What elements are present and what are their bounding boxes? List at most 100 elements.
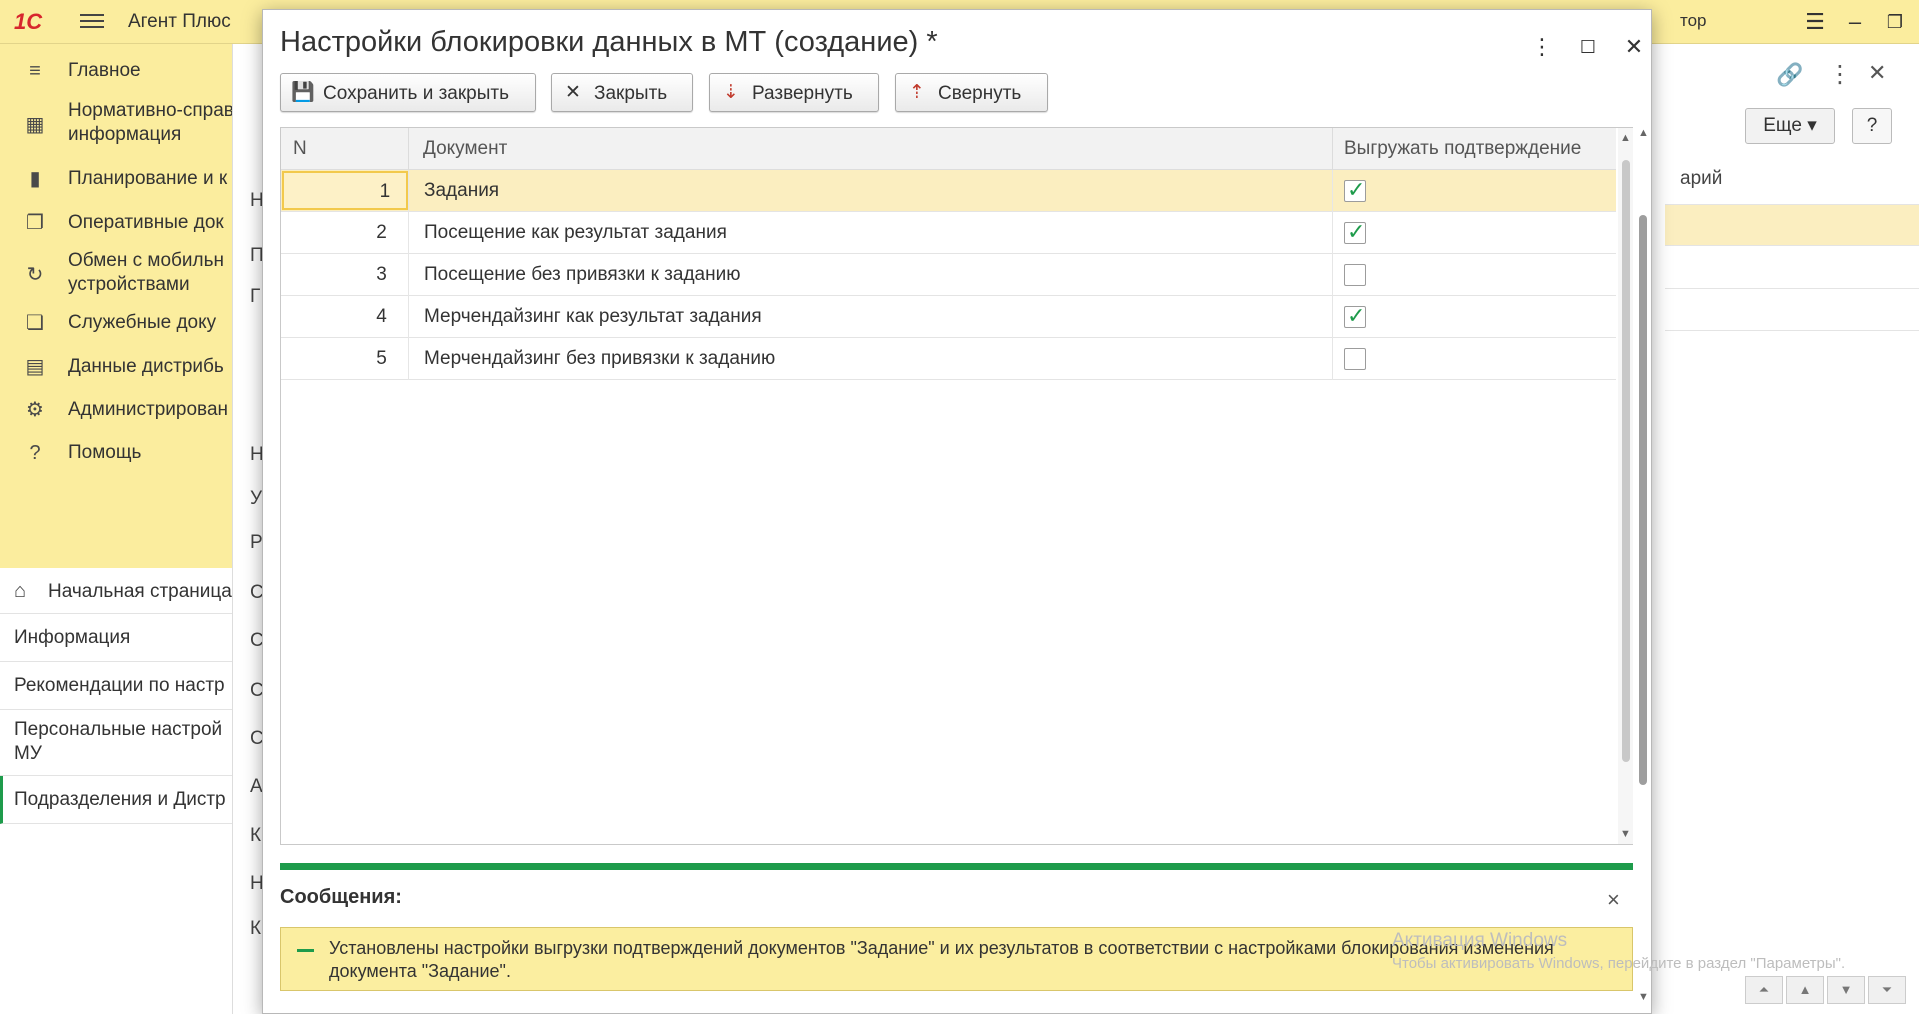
open-windows-panel: ⌂ Начальная страница Информация Рекоменд… (0, 568, 232, 1014)
table-scrollbar[interactable]: ▲ ▼ (1618, 128, 1633, 844)
table-row[interactable]: 5 Мерчендайзинг без привязки к заданию (281, 338, 1616, 380)
prev-page-icon[interactable]: ▲ (1786, 976, 1824, 1004)
column-header-n[interactable]: N (293, 128, 307, 170)
sidebar-item-mobile-exchange[interactable]: ↻ Обмен с мобильн устройствами (0, 242, 232, 308)
more-actions-icon[interactable]: ⋮ (1527, 32, 1557, 62)
row-number: 3 (376, 264, 387, 285)
messages-title: Сообщения: (280, 886, 402, 908)
more-actions-icon[interactable]: ⋮ (1828, 60, 1852, 89)
table-row[interactable]: 4 Мерчендайзинг как результат задания ✓ (281, 296, 1616, 338)
column-header-upload-confirm[interactable]: Выгружать подтверждение (1344, 128, 1581, 170)
app-title: Агент Плюс (128, 11, 231, 32)
open-window-personal-settings[interactable]: Персональные настрой МУ (0, 710, 232, 776)
sidebar-item-operational-docs[interactable]: ❐ Оперативные док (0, 202, 232, 244)
close-icon[interactable]: ✕ (1619, 32, 1649, 62)
help-button[interactable]: ? (1852, 108, 1892, 144)
bar-chart-icon: ▮ (29, 168, 41, 190)
cell-divider (408, 212, 409, 254)
service-docs-icon: ❏ (26, 312, 44, 334)
row-number: 2 (376, 222, 387, 243)
collapse-icon: ⇡ (909, 82, 925, 103)
1c-logo: 1С (14, 9, 43, 34)
close-button[interactable]: ✕ Закрыть (551, 73, 693, 112)
home-icon: ⌂ (14, 580, 27, 602)
restore-icon[interactable]: ❐ (1880, 8, 1910, 36)
sidebar-item-planning[interactable]: ▮ Планирование и к (0, 158, 232, 200)
row-number: 5 (376, 348, 387, 369)
messages-divider[interactable] (280, 863, 1633, 870)
first-page-icon[interactable]: ⏶ (1745, 976, 1783, 1004)
more-button[interactable]: Еще ▾ (1745, 108, 1835, 144)
sidebar-item-administration[interactable]: ⚙ Администрирован (0, 389, 232, 431)
scroll-down-icon[interactable]: ▼ (1638, 991, 1649, 1003)
upload-confirm-checkbox[interactable]: ✓ (1344, 177, 1366, 202)
row-document: Задания (424, 180, 500, 201)
expand-icon: ⇣ (723, 82, 739, 103)
open-window-home[interactable]: ⌂ Начальная страница (0, 568, 232, 614)
upload-confirm-checkbox[interactable] (1344, 348, 1366, 370)
documents-table: N Документ Выгружать подтверждение 1 Зад… (280, 127, 1633, 845)
upload-confirm-checkbox[interactable]: ✓ (1344, 219, 1366, 244)
bg-row-divider (1665, 330, 1919, 331)
collapse-button[interactable]: ⇡ Свернуть (895, 73, 1048, 112)
sidebar-item-help[interactable]: ? Помощь (0, 432, 232, 474)
open-window-recommendations[interactable]: Рекомендации по настр (0, 662, 232, 710)
row-document: Мерчендайзинг как результат задания (424, 306, 762, 327)
cell-divider (408, 296, 409, 338)
row-number[interactable]: 1 (282, 171, 408, 210)
current-user[interactable]: тор (1680, 11, 1707, 31)
gear-icon: ⚙ (26, 399, 44, 421)
scroll-up-icon[interactable]: ▲ (1638, 127, 1649, 139)
upload-confirm-checkbox[interactable]: ✓ (1344, 303, 1366, 328)
bg-selected-row[interactable] (1665, 205, 1919, 245)
row-document: Мерчендайзинг без привязки к заданию (424, 348, 776, 369)
sidebar-item-main[interactable]: ≡ Главное (0, 50, 232, 92)
scroll-thumb[interactable] (1622, 160, 1630, 762)
table-icon: ▦ (25, 114, 45, 136)
cell-divider (1332, 254, 1333, 296)
scroll-up-icon[interactable]: ▲ (1620, 132, 1631, 144)
activation-watermark-title: Активация Windows (1392, 930, 1568, 951)
bg-column-header: арий (1680, 168, 1723, 189)
close-icon[interactable]: ✕ (1868, 60, 1886, 86)
bg-field-label: К (250, 918, 262, 939)
table-row[interactable]: 1 Задания ✓ (281, 170, 1616, 212)
upload-confirm-checkbox[interactable] (1344, 264, 1366, 286)
activation-watermark-text: Чтобы активировать Windows, перейдите в … (1392, 955, 1846, 972)
next-page-icon[interactable]: ▼ (1827, 976, 1865, 1004)
last-page-icon[interactable]: ⏷ (1868, 976, 1906, 1004)
cell-divider (408, 170, 409, 212)
open-window-info[interactable]: Информация (0, 614, 232, 662)
settings-menu-icon[interactable]: ☰ (1800, 8, 1830, 36)
bg-field-label: Р (250, 532, 263, 553)
distributor-data-icon: ▤ (25, 356, 45, 378)
table-row[interactable]: 3 Посещение без привязки к заданию (281, 254, 1616, 296)
checkmark-icon: ✓ (1347, 177, 1366, 202)
table-header: N Документ Выгружать подтверждение (281, 128, 1616, 170)
save-close-button[interactable]: 💾 Сохранить и закрыть (280, 73, 536, 112)
main-menu-icon[interactable] (80, 10, 104, 32)
checkmark-icon: ✓ (1347, 303, 1366, 328)
sidebar-item-service-docs[interactable]: ❏ Служебные доку (0, 302, 232, 344)
column-header-document[interactable]: Документ (423, 128, 507, 170)
dialog-title: Настройки блокировки данных в МТ (создан… (280, 26, 938, 58)
expand-button[interactable]: ⇣ Развернуть (709, 73, 879, 112)
list-navigation: ⏶ ▲ ▼ ⏷ (1745, 976, 1915, 1006)
lock-settings-dialog: Настройки блокировки данных в МТ (создан… (262, 9, 1652, 1014)
table-row[interactable]: 2 Посещение как результат задания ✓ (281, 212, 1616, 254)
sidebar-item-reference[interactable]: ▦ Нормативно-справ информация (0, 92, 234, 158)
scroll-down-icon[interactable]: ▼ (1620, 828, 1631, 840)
menu-lines-icon: ≡ (29, 60, 41, 82)
dialog-scrollbar[interactable]: ▲ ▼ (1635, 127, 1651, 1005)
minimize-icon[interactable]: – (1840, 8, 1870, 36)
checkmark-icon: ✓ (1347, 219, 1366, 244)
cell-divider (1332, 212, 1333, 254)
maximize-icon[interactable]: ☐ (1573, 32, 1603, 62)
link-icon[interactable]: 🔗 (1776, 62, 1803, 88)
sync-icon: ↻ (26, 264, 44, 286)
close-icon: ✕ (565, 82, 581, 103)
sidebar-item-distributor-data[interactable]: ▤ Данные дистрибь (0, 346, 232, 388)
scroll-thumb[interactable] (1639, 215, 1647, 785)
open-window-departments[interactable]: Подразделения и Дистр (0, 776, 232, 824)
messages-close-icon[interactable]: × (1607, 887, 1620, 913)
